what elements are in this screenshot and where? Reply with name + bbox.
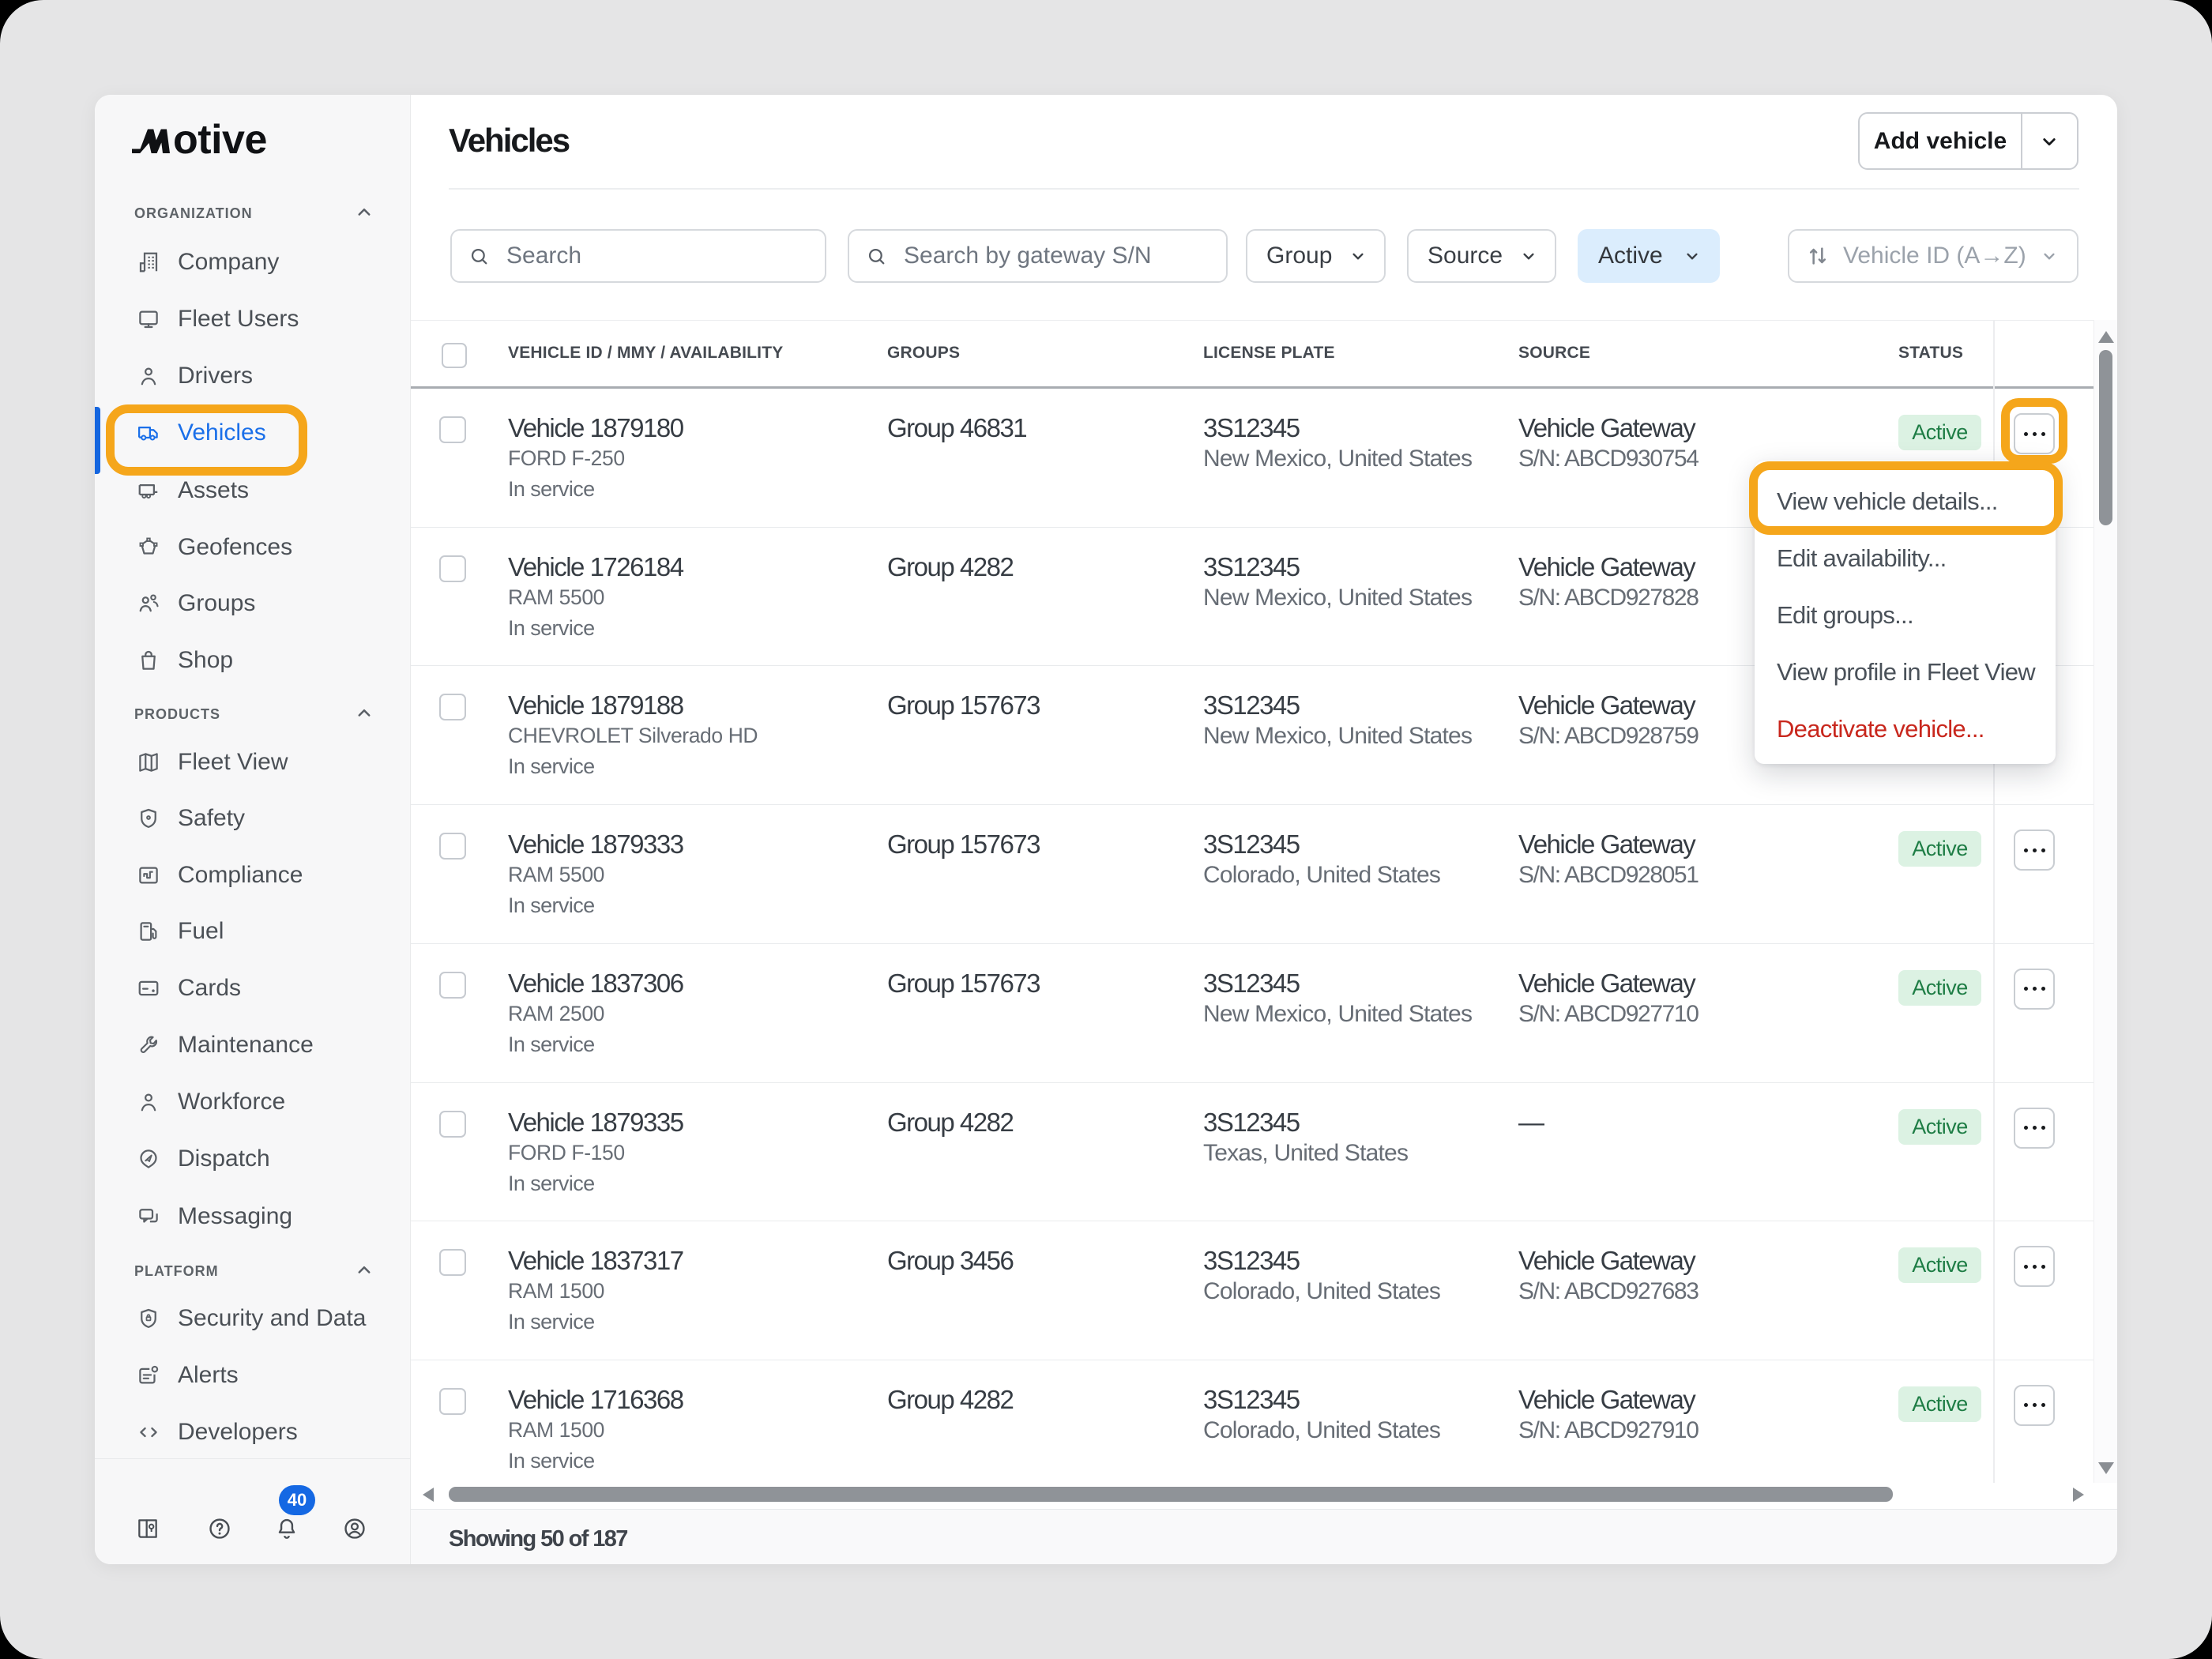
svg-text:otive: otive (173, 118, 267, 158)
